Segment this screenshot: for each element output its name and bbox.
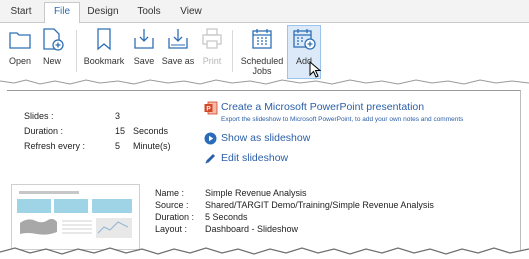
mouse-cursor-icon xyxy=(309,61,322,78)
refresh-label: Refresh every : xyxy=(24,141,86,151)
slide-thumbnail[interactable] xyxy=(11,184,140,250)
print-label: Print xyxy=(202,56,222,66)
create-powerpoint-link[interactable]: P Create a Microsoft PowerPoint presenta… xyxy=(204,101,444,115)
page: Start File Design Tools View Open New Bo… xyxy=(0,0,529,259)
play-circle-icon xyxy=(204,132,217,145)
ribbon-separator xyxy=(232,30,233,72)
pencil-icon xyxy=(205,154,215,164)
duration-value: 15 xyxy=(115,126,126,136)
print-button[interactable]: Print xyxy=(198,26,226,78)
slide-name-label: Name : xyxy=(155,188,185,198)
open-button[interactable]: Open xyxy=(6,26,34,78)
bookmark-label: Bookmark xyxy=(83,56,125,66)
refresh-unit: Minute(s) xyxy=(133,141,171,151)
tab-design[interactable]: Design xyxy=(86,3,120,21)
show-as-slideshow-label: Show as slideshow xyxy=(221,132,311,144)
tab-file[interactable]: File xyxy=(44,2,80,24)
scheduled-jobs-button[interactable]: Scheduled Jobs xyxy=(240,26,284,78)
ribbon: Open New Bookmark Save Save as Print Sch… xyxy=(0,23,529,79)
duration-label: Duration : xyxy=(24,126,64,136)
save-label: Save xyxy=(133,56,155,66)
slide-layout-value: Dashboard - Slideshow xyxy=(205,224,299,234)
slide-duration-label: Duration : xyxy=(155,212,195,222)
edit-slideshow-link[interactable]: Edit slideshow xyxy=(204,152,344,166)
show-as-slideshow-link[interactable]: Show as slideshow xyxy=(204,132,344,146)
printer-icon xyxy=(202,28,222,49)
slide-duration-value: 5 Seconds xyxy=(205,212,248,222)
new-document-icon xyxy=(43,28,64,51)
svg-text:P: P xyxy=(206,106,211,113)
save-as-button[interactable]: Save as xyxy=(160,26,196,78)
save-button[interactable]: Save xyxy=(130,26,158,78)
tab-start[interactable]: Start xyxy=(6,3,36,21)
slides-value: 3 xyxy=(115,111,121,121)
save-as-label: Save as xyxy=(161,56,195,66)
slide-layout-label: Layout : xyxy=(155,224,188,234)
open-label: Open xyxy=(8,56,32,66)
calendar-add-icon xyxy=(293,29,316,50)
scheduled-jobs-label-line2: Jobs xyxy=(252,66,272,76)
bookmark-button[interactable]: Bookmark xyxy=(82,26,126,78)
new-label: New xyxy=(42,56,61,66)
tab-view[interactable]: View xyxy=(176,3,206,21)
dashboard-preview-image xyxy=(17,199,132,238)
tab-tools[interactable]: Tools xyxy=(134,3,164,21)
folder-icon xyxy=(9,32,31,49)
slide-source-value: Shared/TARGIT Demo/Training/Simple Reven… xyxy=(205,200,434,210)
ribbon-separator xyxy=(76,30,77,72)
slides-label: Slides : xyxy=(24,111,54,121)
powerpoint-icon: P xyxy=(204,101,218,115)
save-as-icon xyxy=(168,29,188,49)
new-button[interactable]: New xyxy=(38,26,66,78)
create-powerpoint-subtitle: Export the slideshow to Microsoft PowerP… xyxy=(221,116,464,123)
slide-source-label: Source : xyxy=(155,200,189,210)
scheduled-jobs-label-line1: Scheduled xyxy=(240,56,284,66)
slide-name-value: Simple Revenue Analysis xyxy=(205,188,307,198)
refresh-value: 5 xyxy=(115,141,121,151)
save-download-icon xyxy=(134,29,154,49)
bookmark-icon xyxy=(97,28,111,51)
calendar-icon xyxy=(252,29,272,49)
duration-unit: Seconds xyxy=(133,126,169,136)
edit-slideshow-label: Edit slideshow xyxy=(221,152,289,164)
ribbon-tab-bar: Start File Design Tools View xyxy=(0,0,529,24)
create-powerpoint-title: Create a Microsoft PowerPoint presentati… xyxy=(221,101,425,113)
